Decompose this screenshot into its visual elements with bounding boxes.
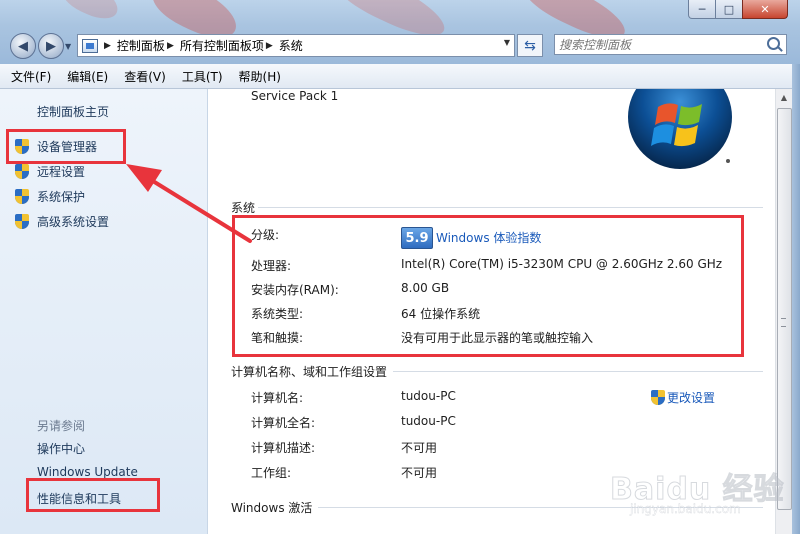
annotation-box-system-info	[232, 215, 744, 357]
uac-shield-icon	[15, 214, 29, 229]
annotation-box-performance-tools	[26, 478, 160, 512]
watermark-url: jingyan.baidu.com	[630, 502, 741, 516]
workgroup-label: 工作组:	[251, 466, 292, 480]
baidu-watermark: Baidu 经验 jingyan.baidu.com	[602, 444, 792, 524]
arrow-right-icon: ▶	[46, 38, 56, 54]
maximize-button[interactable]: □	[715, 0, 743, 19]
menu-file[interactable]: 文件(F)	[0, 68, 59, 85]
workgroup-value: 不可用	[401, 466, 438, 480]
section-divider	[393, 371, 763, 372]
forward-button[interactable]: ▶	[38, 33, 64, 59]
breadcrumb-separator-icon[interactable]: ▶	[266, 41, 273, 51]
see-also-heading: 另请参阅	[37, 419, 86, 433]
arrow-left-icon: ◀	[18, 38, 28, 54]
menu-help[interactable]: 帮助(H)	[231, 68, 289, 85]
breadcrumb-system[interactable]: 系统	[279, 37, 303, 54]
uac-shield-icon	[15, 189, 29, 204]
sidebar-item-label: 高级系统设置	[37, 215, 110, 229]
sidebar-item-remote-settings[interactable]: 远程设置	[15, 163, 85, 180]
scrollbar-grip	[781, 318, 786, 327]
full-name-label: 计算机全名:	[251, 416, 316, 430]
menu-bar: 文件(F) 编辑(E) 查看(V) 工具(T) 帮助(H)	[0, 64, 800, 89]
close-button[interactable]: ✕	[742, 0, 788, 19]
search-box[interactable]	[554, 34, 787, 55]
menu-tools[interactable]: 工具(T)	[174, 68, 231, 85]
chevron-down-icon[interactable]: ▼	[504, 38, 510, 47]
windows-logo-icon	[628, 89, 732, 169]
full-name-value: tudou-PC	[401, 414, 456, 428]
back-button[interactable]: ◀	[10, 33, 36, 59]
change-settings-label: 更改设置	[667, 391, 716, 405]
scroll-up-icon[interactable]: ▲	[776, 89, 792, 105]
minimize-button[interactable]: ─	[688, 0, 716, 19]
sidebar-item-label: 远程设置	[37, 165, 86, 179]
system-section-title: 系统	[231, 201, 256, 215]
service-pack-text: Service Pack 1	[251, 89, 339, 103]
breadcrumb-separator-icon[interactable]: ▶	[104, 41, 111, 51]
menu-edit[interactable]: 编辑(E)	[59, 68, 116, 85]
uac-shield-icon	[651, 390, 665, 405]
address-bar[interactable]: ▶ 控制面板 ▶ 所有控制面板项 ▶ 系统 ▼	[77, 34, 515, 57]
search-input[interactable]	[555, 35, 749, 54]
computer-section-title: 计算机名称、域和工作组设置	[231, 365, 388, 379]
sidebar-item-advanced-settings[interactable]: 高级系统设置	[15, 213, 109, 230]
section-divider	[258, 207, 763, 208]
recent-pages-dropdown[interactable]: ▼	[65, 42, 71, 51]
control-panel-icon	[82, 38, 98, 53]
breadcrumb-all-items[interactable]: 所有控制面板项	[180, 37, 264, 54]
description-value: 不可用	[401, 441, 438, 455]
uac-shield-icon	[15, 164, 29, 179]
computer-name-value: tudou-PC	[401, 389, 456, 403]
window-frame-right	[792, 64, 800, 534]
sidebar-item-windows-update[interactable]: Windows Update	[37, 465, 138, 479]
activation-section-title: Windows 激活	[231, 501, 313, 515]
search-icon[interactable]	[767, 37, 780, 50]
sidebar-item-action-center[interactable]: 操作中心	[37, 440, 85, 457]
description-label: 计算机描述:	[251, 441, 316, 455]
sidebar-item-system-protection[interactable]: 系统保护	[15, 188, 85, 205]
menu-view[interactable]: 查看(V)	[116, 68, 174, 85]
refresh-button[interactable]: ⇆	[517, 34, 543, 57]
refresh-icon: ⇆	[524, 37, 536, 54]
change-settings-link[interactable]: 更改设置	[651, 389, 715, 406]
sidebar-item-label: 系统保护	[37, 190, 86, 204]
breadcrumb-separator-icon[interactable]: ▶	[167, 41, 174, 51]
computer-name-label: 计算机名:	[251, 391, 304, 405]
breadcrumb-control-panel[interactable]: 控制面板	[117, 37, 165, 54]
annotation-box-device-manager	[6, 129, 126, 164]
sidebar-item-control-panel-home[interactable]: 控制面板主页	[37, 103, 109, 120]
